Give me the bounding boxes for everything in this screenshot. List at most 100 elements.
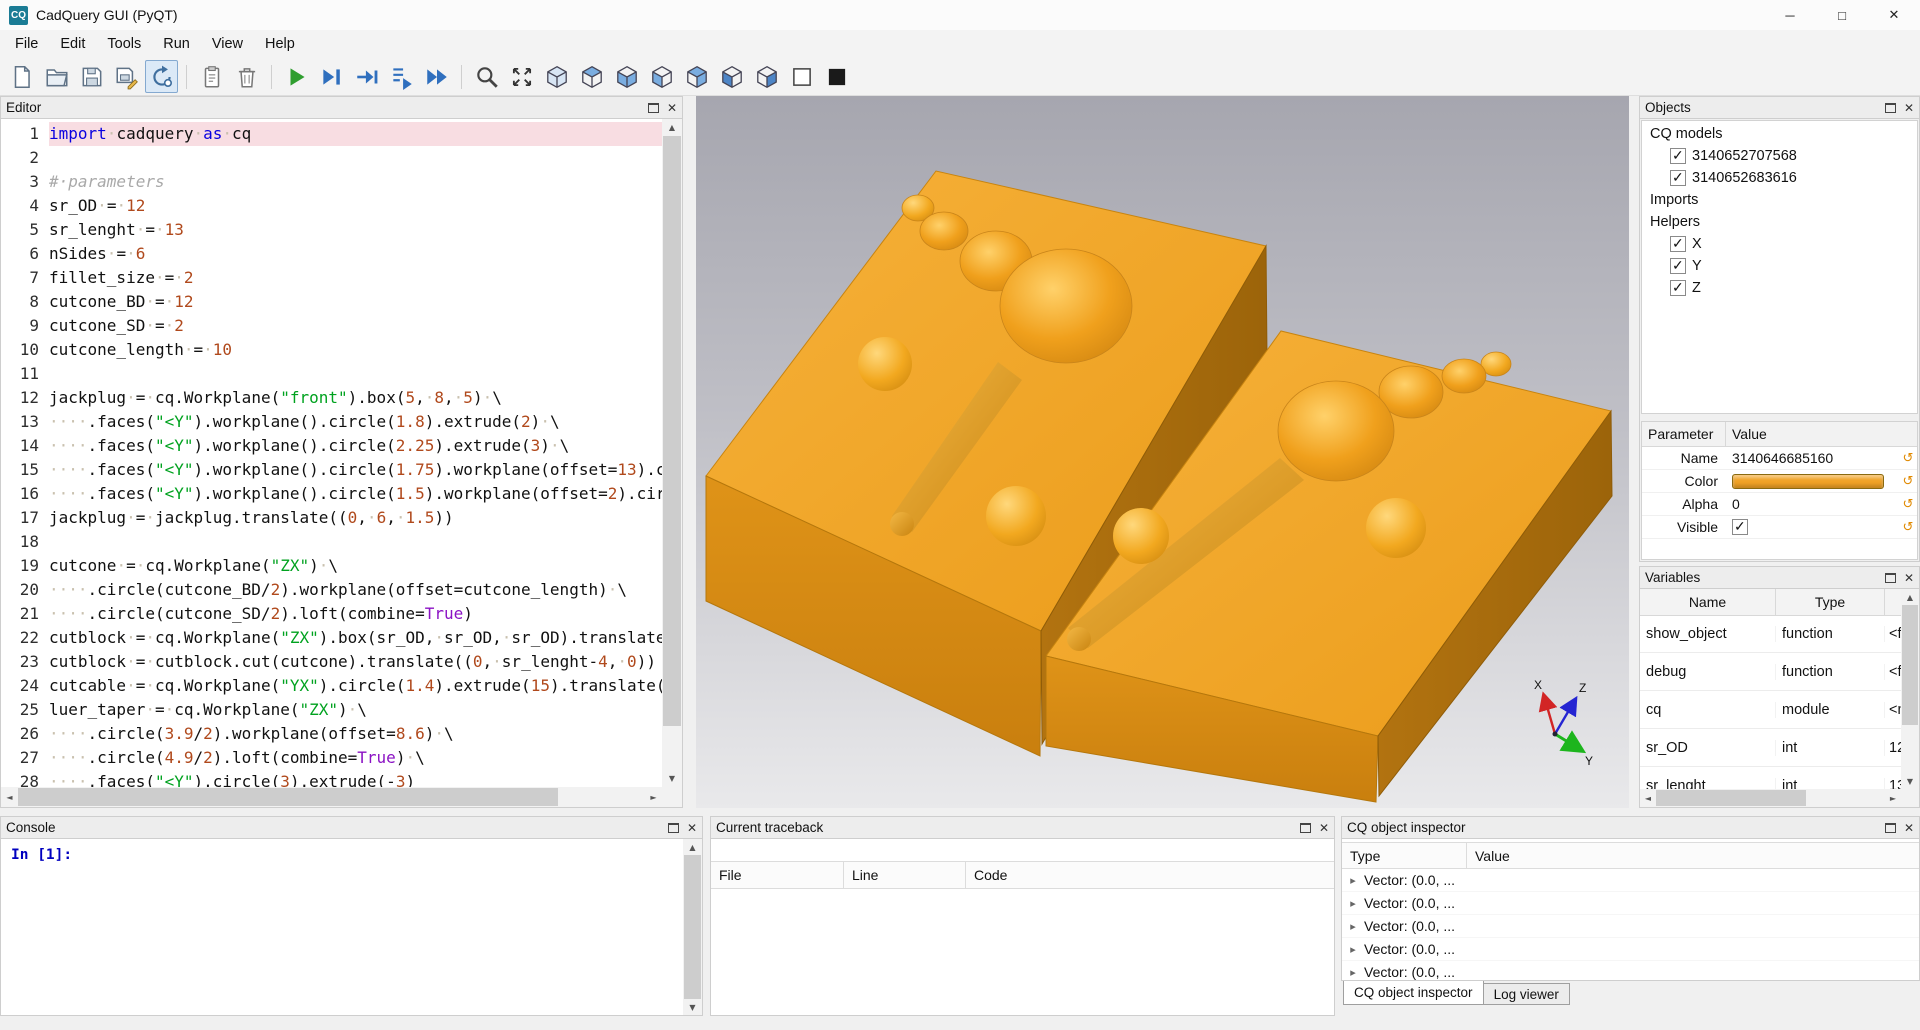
open-file-button[interactable] bbox=[40, 60, 73, 93]
float-panel-icon[interactable] bbox=[1885, 823, 1896, 833]
console-body[interactable]: In [1]: ▲ ▼ bbox=[0, 839, 703, 1016]
scroll-up-icon[interactable]: ▲ bbox=[662, 119, 682, 136]
shaded-button[interactable] bbox=[820, 60, 853, 93]
variable-row[interactable]: debugfunction<f bbox=[1640, 653, 1901, 691]
checkbox[interactable] bbox=[1670, 148, 1686, 164]
variables-vertical-scrollbar[interactable]: ▲ ▼ bbox=[1901, 589, 1919, 789]
float-panel-icon[interactable] bbox=[1885, 103, 1896, 113]
editor-vertical-scrollbar[interactable]: ▲ ▼ bbox=[662, 119, 682, 787]
console-vertical-scrollbar[interactable]: ▲ ▼ bbox=[683, 839, 702, 1015]
scroll-up-icon[interactable]: ▲ bbox=[683, 839, 702, 855]
checkbox[interactable] bbox=[1670, 280, 1686, 296]
checkbox[interactable] bbox=[1670, 258, 1686, 274]
inspect-button[interactable] bbox=[470, 60, 503, 93]
editor-horizontal-scrollbar[interactable]: ◄ ► bbox=[1, 787, 662, 807]
float-panel-icon[interactable] bbox=[1300, 823, 1311, 833]
scrollbar-thumb[interactable] bbox=[18, 788, 558, 806]
close-panel-icon[interactable]: ✕ bbox=[1319, 822, 1329, 834]
new-file-button[interactable] bbox=[5, 60, 38, 93]
expander-icon[interactable]: ▸ bbox=[1342, 897, 1364, 910]
scroll-right-icon[interactable]: ► bbox=[645, 787, 662, 807]
autoreload-button[interactable] bbox=[145, 60, 178, 93]
close-panel-icon[interactable]: ✕ bbox=[1904, 822, 1914, 834]
front-view-button[interactable] bbox=[645, 60, 678, 93]
inspector-row[interactable]: ▸Vector: (0.0, ... bbox=[1342, 961, 1919, 981]
parameter-value[interactable]: 0 bbox=[1726, 496, 1899, 512]
iso-view-button[interactable] bbox=[540, 60, 573, 93]
parameter-row[interactable]: Color↺ bbox=[1642, 470, 1917, 493]
scroll-down-icon[interactable]: ▼ bbox=[683, 999, 702, 1015]
scrollbar-thumb[interactable] bbox=[1902, 605, 1918, 725]
menu-file[interactable]: File bbox=[4, 32, 49, 56]
reset-parameter-icon[interactable]: ↺ bbox=[1899, 451, 1917, 466]
expander-icon[interactable]: ▸ bbox=[1342, 943, 1364, 956]
menu-run[interactable]: Run bbox=[152, 32, 201, 56]
close-panel-icon[interactable]: ✕ bbox=[667, 102, 677, 114]
scroll-up-icon[interactable]: ▲ bbox=[1901, 589, 1919, 605]
expander-icon[interactable]: ▸ bbox=[1342, 920, 1364, 933]
inspector-row[interactable]: ▸Vector: (0.0, ... bbox=[1342, 915, 1919, 938]
tab-log-viewer[interactable]: Log viewer bbox=[1484, 983, 1570, 1005]
variable-row[interactable]: sr_ODint12 bbox=[1640, 729, 1901, 767]
wireframe-button[interactable] bbox=[785, 60, 818, 93]
render-button[interactable] bbox=[280, 60, 313, 93]
top-view-button[interactable] bbox=[575, 60, 608, 93]
float-panel-icon[interactable] bbox=[1885, 573, 1896, 583]
close-panel-icon[interactable]: ✕ bbox=[1904, 572, 1914, 584]
tree-item[interactable]: X bbox=[1642, 233, 1917, 255]
editor-body[interactable]: 1import·cadquery·as·cq23#·parameters4sr_… bbox=[0, 119, 683, 808]
clipboard-button[interactable] bbox=[195, 60, 228, 93]
close-button[interactable]: ✕ bbox=[1868, 0, 1920, 30]
checkbox[interactable] bbox=[1670, 236, 1686, 252]
tree-item[interactable]: Z bbox=[1642, 277, 1917, 299]
reset-parameter-icon[interactable]: ↺ bbox=[1899, 474, 1917, 489]
scrollbar-thumb[interactable] bbox=[663, 136, 681, 726]
checkbox[interactable] bbox=[1670, 170, 1686, 186]
reset-parameter-icon[interactable]: ↺ bbox=[1899, 520, 1917, 535]
scrollbar-thumb[interactable] bbox=[1656, 790, 1806, 806]
scroll-right-icon[interactable]: ► bbox=[1885, 789, 1901, 807]
tree-item[interactable]: Y bbox=[1642, 255, 1917, 277]
inspector-row[interactable]: ▸Vector: (0.0, ... bbox=[1342, 869, 1919, 892]
tree-item[interactable]: 3140652683616 bbox=[1642, 167, 1917, 189]
parameter-value[interactable]: 3140646685160 bbox=[1726, 450, 1899, 466]
delete-button[interactable] bbox=[230, 60, 263, 93]
close-panel-icon[interactable]: ✕ bbox=[1904, 102, 1914, 114]
tree-item[interactable]: Helpers bbox=[1642, 211, 1917, 233]
minimize-button[interactable]: ─ bbox=[1764, 0, 1816, 30]
scrollbar-thumb[interactable] bbox=[684, 855, 701, 999]
color-swatch[interactable] bbox=[1732, 474, 1884, 489]
variables-horizontal-scrollbar[interactable]: ◄ ► bbox=[1640, 789, 1901, 807]
left-view-button[interactable] bbox=[715, 60, 748, 93]
scroll-down-icon[interactable]: ▼ bbox=[1901, 773, 1919, 789]
code-editor[interactable]: 1import·cadquery·as·cq23#·parameters4sr_… bbox=[1, 119, 662, 787]
expander-icon[interactable]: ▸ bbox=[1342, 874, 1364, 887]
maximize-button[interactable]: □ bbox=[1816, 0, 1868, 30]
parameter-row[interactable]: Name3140646685160↺ bbox=[1642, 447, 1917, 470]
tree-item[interactable]: 3140652707568 bbox=[1642, 145, 1917, 167]
viewport-3d[interactable]: X Z Y bbox=[696, 96, 1629, 808]
parameter-value[interactable] bbox=[1726, 519, 1899, 535]
scroll-down-icon[interactable]: ▼ bbox=[662, 770, 682, 787]
float-panel-icon[interactable] bbox=[648, 103, 659, 113]
save-as-button[interactable] bbox=[110, 60, 143, 93]
float-panel-icon[interactable] bbox=[668, 823, 679, 833]
reset-parameter-icon[interactable]: ↺ bbox=[1899, 497, 1917, 512]
continue-button[interactable] bbox=[420, 60, 453, 93]
variable-row[interactable]: sr_lenghtint13 bbox=[1640, 767, 1901, 789]
right-view-button[interactable] bbox=[750, 60, 783, 93]
tree-item[interactable]: CQ models bbox=[1642, 123, 1917, 145]
variable-row[interactable]: show_objectfunction<f bbox=[1640, 615, 1901, 653]
close-panel-icon[interactable]: ✕ bbox=[687, 822, 697, 834]
inspector-row[interactable]: ▸Vector: (0.0, ... bbox=[1342, 938, 1919, 961]
menu-help[interactable]: Help bbox=[254, 32, 306, 56]
bottom-view-button[interactable] bbox=[610, 60, 643, 93]
checkbox[interactable] bbox=[1732, 519, 1748, 535]
save-button[interactable] bbox=[75, 60, 108, 93]
expander-icon[interactable]: ▸ bbox=[1342, 966, 1364, 979]
back-view-button[interactable] bbox=[680, 60, 713, 93]
parameter-row[interactable]: Visible↺ bbox=[1642, 516, 1917, 539]
variable-row[interactable]: cqmodule<m bbox=[1640, 691, 1901, 729]
scroll-left-icon[interactable]: ◄ bbox=[1, 787, 18, 807]
tab-cq-object-inspector[interactable]: CQ object inspector bbox=[1343, 980, 1484, 1005]
